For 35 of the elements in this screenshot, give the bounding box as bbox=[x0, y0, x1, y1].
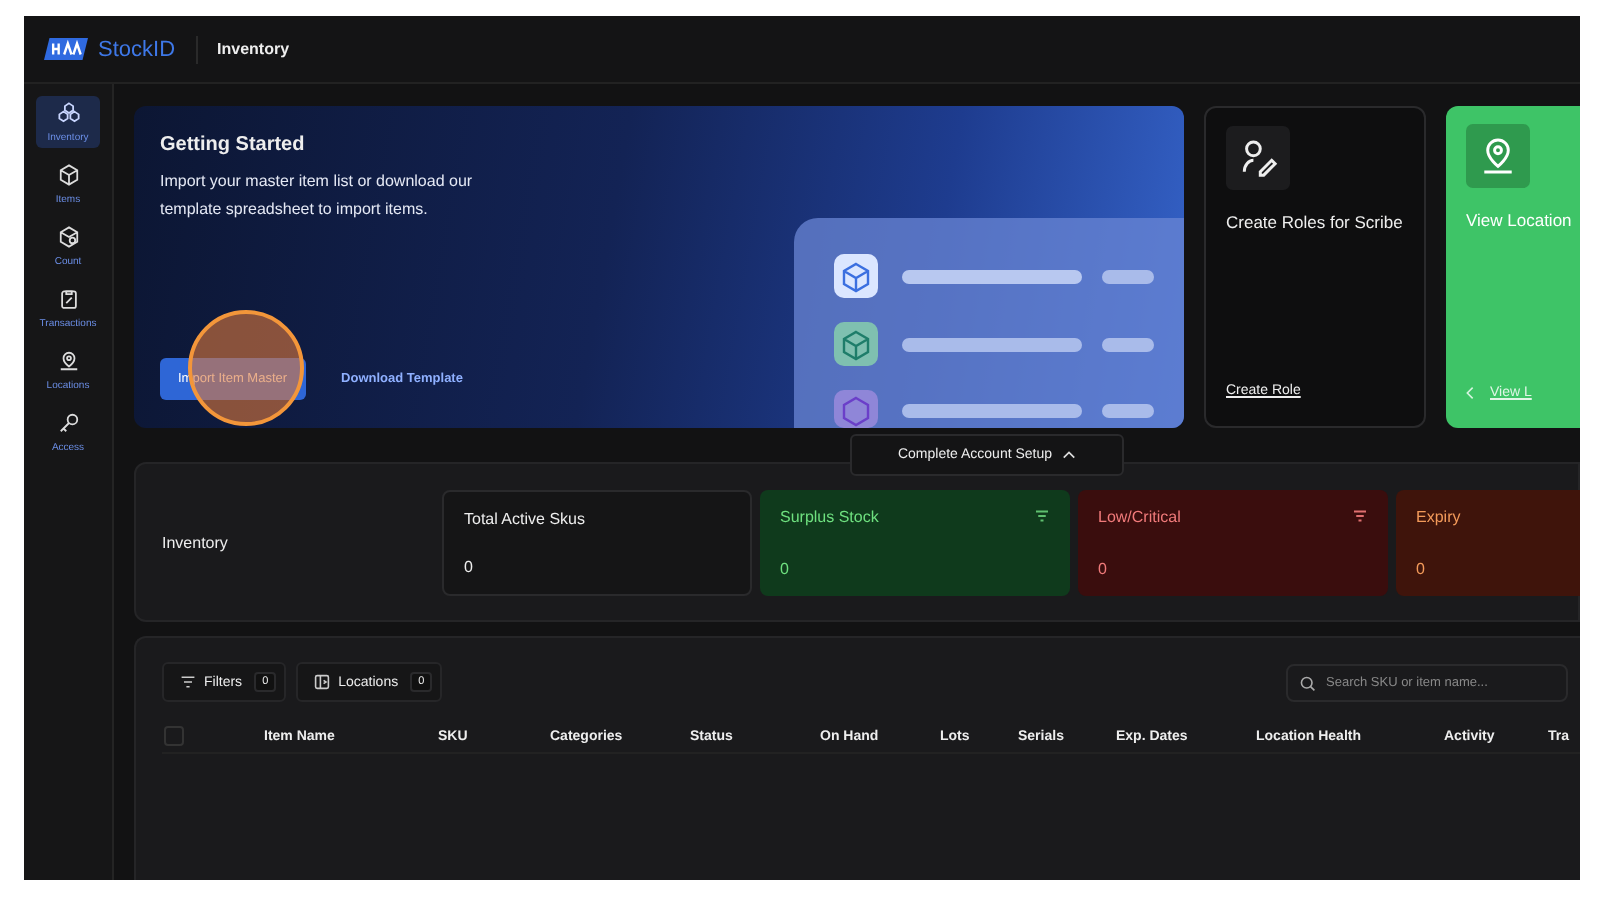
brand-name: StockID bbox=[98, 37, 176, 61]
card-title: Getting Started bbox=[160, 134, 307, 156]
filter-icon[interactable] bbox=[1352, 510, 1368, 522]
page-title: Inventory bbox=[217, 40, 290, 58]
filter-icon bbox=[180, 674, 196, 690]
stat-title: Surplus Stock bbox=[780, 507, 879, 525]
caret-icon bbox=[1062, 450, 1077, 460]
stat-value: 0 bbox=[1416, 559, 1427, 577]
stat-value: 0 bbox=[1098, 559, 1109, 577]
location-pin-icon bbox=[57, 350, 79, 372]
stat-title: Total Active Skus bbox=[464, 509, 585, 527]
columns-icon bbox=[314, 674, 331, 690]
setup-card-title: Create Roles for Scribe bbox=[1226, 212, 1404, 232]
search-icon bbox=[1300, 675, 1316, 691]
box-search-icon bbox=[57, 226, 79, 248]
setup-card-title: View Location bbox=[1466, 210, 1574, 230]
stat-card[interactable]: Expiry 0 bbox=[1396, 489, 1580, 595]
stat-card[interactable]: Surplus Stock 0 bbox=[760, 489, 1070, 595]
stat-card[interactable]: Low/Critical 0 bbox=[1078, 489, 1388, 595]
filter-icon[interactable] bbox=[1034, 510, 1050, 522]
key-icon bbox=[57, 412, 79, 434]
stat-title: Expiry bbox=[1416, 507, 1461, 525]
stat-title: Low/Critical bbox=[1098, 507, 1181, 525]
stat-value: 0 bbox=[780, 559, 791, 577]
stat-value: 0 bbox=[464, 557, 475, 575]
summary-label: Inventory bbox=[162, 533, 230, 551]
stat-card[interactable]: Total Active Skus 0 bbox=[442, 489, 752, 595]
card-description: Import your master item list or download our template spreadsheet to import items. bbox=[160, 170, 475, 222]
clipboard-icon bbox=[57, 288, 79, 310]
select-all-checkbox[interactable] bbox=[164, 726, 184, 746]
cubes-icon bbox=[57, 102, 79, 124]
logo-icon bbox=[44, 38, 88, 60]
box-icon bbox=[57, 164, 79, 186]
user-pen-icon bbox=[1226, 126, 1290, 190]
location-pin-icon bbox=[1466, 124, 1530, 188]
